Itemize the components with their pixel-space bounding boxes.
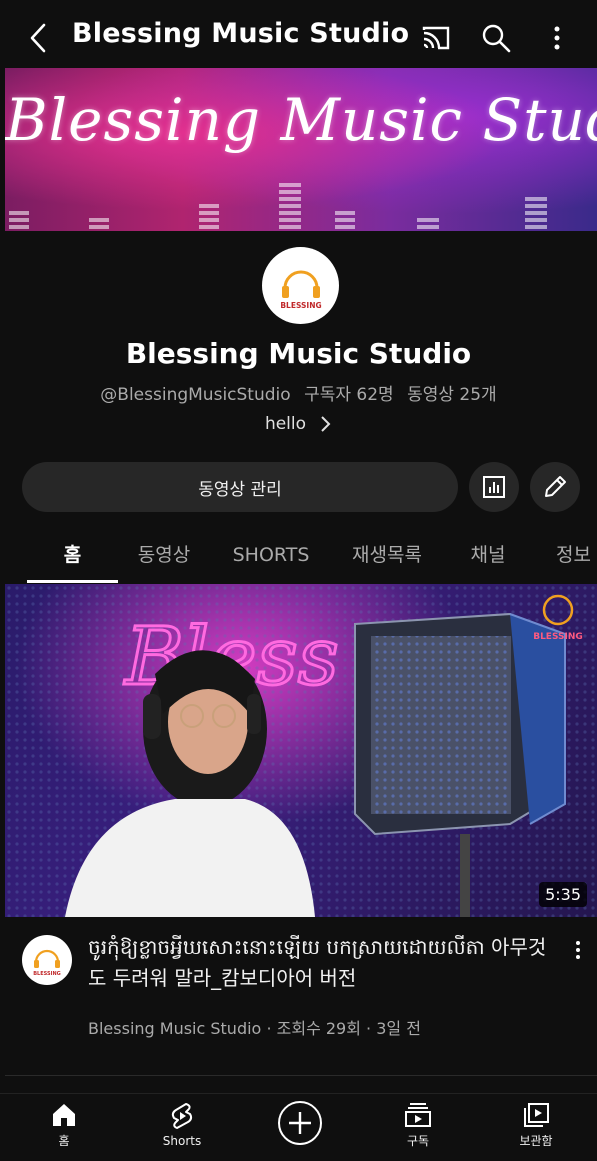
avatar-logo-text: BLESSING [280,301,321,310]
cast-button[interactable] [418,20,454,56]
tab-playlists[interactable]: 재생목록 [342,530,432,582]
manage-videos-button[interactable]: 동영상 관리 [22,462,458,512]
tab-about[interactable]: 정보 [556,530,597,582]
nav-shorts-label: Shorts [162,1134,202,1148]
nav-subscriptions[interactable]: 구독 [378,1102,458,1149]
channel-name: Blessing Music Studio [125,337,472,370]
back-icon [30,23,46,53]
channel-description[interactable]: hello [0,414,597,434]
bottom-navigation: 홈 Shorts 구독 보관함 [0,1093,597,1161]
equalizer-decoration [9,183,547,229]
subscriber-count: 구독자 62명 [304,385,394,405]
video-channel-avatar[interactable]: BLESSING [22,935,72,985]
home-icon [53,1104,75,1126]
page-title: Blessing Music Studio [72,18,410,49]
more-vert-icon [554,26,560,50]
video-info[interactable]: BLESSING ចូរកុំឱ្យខ្លាចអ្វីឃសោះនោះឡើយ បក… [0,930,597,1060]
channel-meta: @BlessingMusicStudio 구독자 62명 동영상 25개 [0,380,597,405]
headphones-logo-icon: BLESSING [280,270,321,310]
nav-home[interactable]: 홈 [24,1102,104,1149]
tab-videos[interactable]: 동영상 [128,530,200,582]
divider [5,1075,597,1076]
more-vert-icon [576,941,580,959]
tab-shorts[interactable]: SHORTS [220,530,322,582]
video-title[interactable]: ចូរកុំឱ្យខ្លាចអ្វីឃសោះនោះឡើយ បកស្រាយដោយល… [88,932,548,994]
analytics-icon [483,476,505,498]
nav-home-label: 홈 [58,1134,70,1148]
channel-handle: @BlessingMusicStudio [100,385,291,405]
nav-create[interactable] [260,1100,340,1146]
nav-library-label: 보관함 [519,1134,553,1148]
tab-channels[interactable]: 채널 [458,530,518,582]
back-button[interactable] [22,20,54,56]
top-app-bar: Blessing Music Studio [0,0,597,68]
video-duration: 5:35 [539,882,587,907]
banner-text: Blessing Music Studio [5,86,597,154]
video-thumbnail[interactable]: Bless BLESSING 5:35 [5,584,597,917]
meta-separator: · [266,1019,272,1038]
edit-icon [545,476,566,497]
video-metadata: Blessing Music Studio · 조회수 29회 · 3일 전 [88,1015,421,1039]
search-icon [482,24,511,53]
thumbnail-logo-text: BLESSING [533,632,583,642]
active-tab-indicator [27,580,118,583]
headphones-logo-icon: BLESSING [33,949,61,977]
nav-shorts[interactable]: Shorts [142,1102,222,1148]
meta-separator: · [366,1019,372,1038]
library-icon [524,1103,549,1127]
nav-library[interactable]: 보관함 [496,1102,576,1149]
subscriptions-icon [405,1103,431,1127]
view-count: 조회수 29회 [276,1019,361,1038]
tab-home[interactable]: 홈 [27,530,118,582]
video-more-button[interactable] [566,935,590,965]
chevron-right-icon [321,416,331,432]
cast-icon [422,26,450,50]
edit-channel-button[interactable] [530,462,580,512]
channel-avatar[interactable]: BLESSING [262,247,339,324]
video-avatar-logo-text: BLESSING [33,971,61,977]
channel-tabs: 홈 동영상 SHORTS 재생목록 채널 정보 [0,530,597,584]
nav-subscriptions-label: 구독 [406,1134,430,1148]
create-icon [278,1101,322,1145]
shorts-icon [171,1103,193,1129]
analytics-button[interactable] [469,462,519,512]
more-options-button[interactable] [539,20,575,56]
thumbnail-artwork: Bless BLESSING [5,584,597,917]
search-button[interactable] [478,20,514,56]
video-count: 동영상 25개 [407,385,497,405]
description-text: hello [264,414,307,434]
video-channel-name: Blessing Music Studio [88,1019,262,1038]
upload-age: 3일 전 [376,1019,421,1038]
channel-banner: Blessing Music Studio [5,68,597,231]
